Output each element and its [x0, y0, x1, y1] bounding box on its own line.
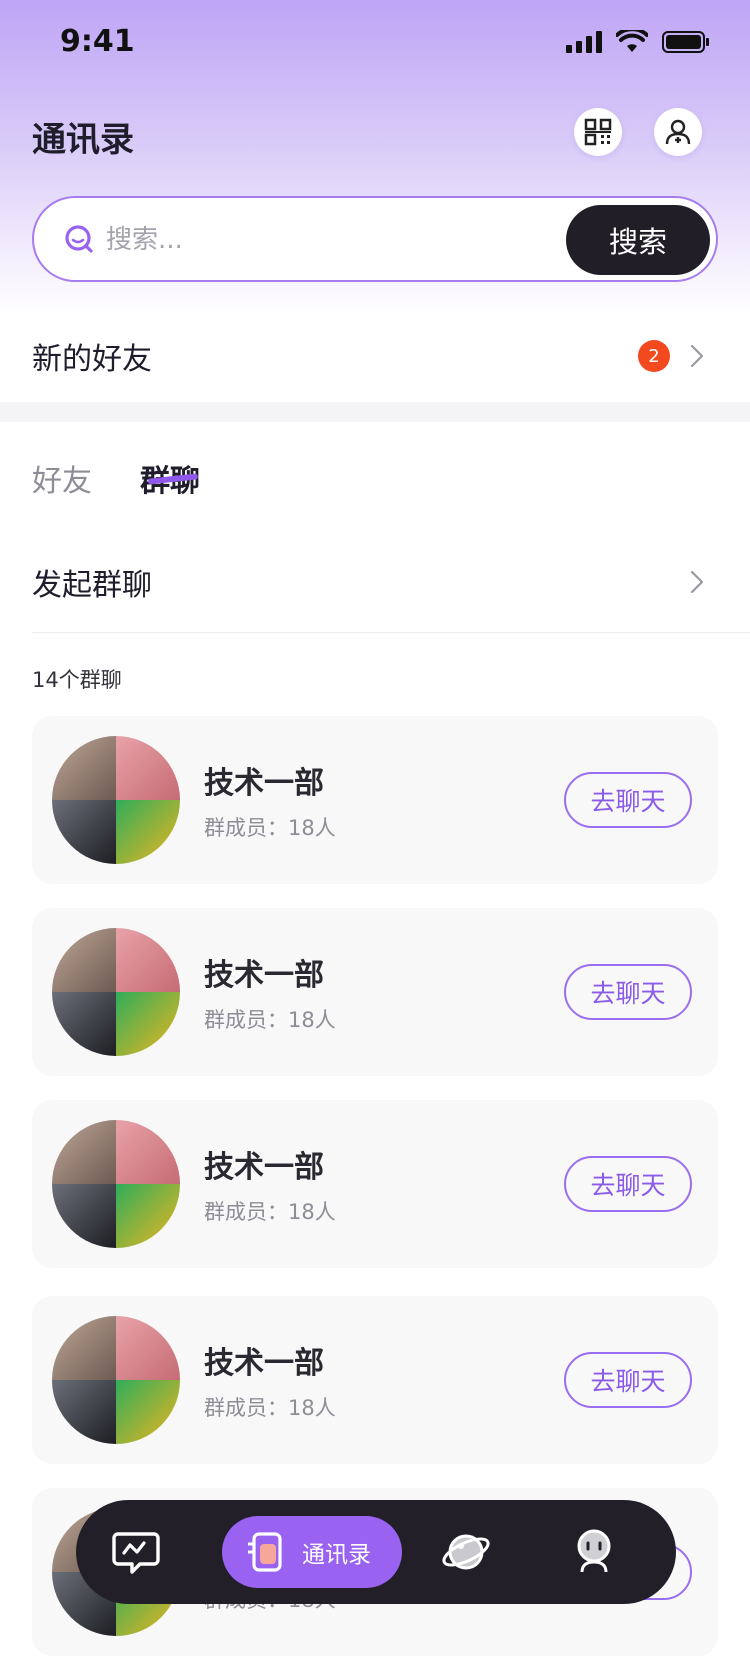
section-separator: [0, 402, 750, 422]
avatar-tile: [52, 1380, 116, 1444]
qr-code-button[interactable]: [574, 108, 622, 156]
group-name: 技术一部: [204, 1150, 324, 1185]
group-count: 14个群聊: [32, 668, 122, 692]
avatar-tile: [116, 800, 180, 864]
group-avatar: [52, 1316, 180, 1444]
group-name: 技术一部: [204, 766, 324, 801]
avatar-tile: [116, 992, 180, 1056]
group-member-count: 群成员：18人: [204, 1200, 336, 1224]
avatar-tile: [116, 1184, 180, 1248]
tab-friends[interactable]: 好友: [32, 456, 92, 500]
go-chat-button[interactable]: 去聊天: [564, 1352, 692, 1408]
new-friends-badge: 2: [638, 340, 670, 372]
status-bar: 9:41: [0, 0, 750, 90]
avatar-tile: [52, 736, 116, 800]
add-user-icon: [665, 119, 691, 145]
header: 通讯录: [0, 100, 750, 170]
chevron-right-icon: [690, 344, 704, 368]
signal-icon: [566, 31, 602, 53]
add-friend-button[interactable]: [654, 108, 702, 156]
search-bar: 搜索: [32, 196, 718, 282]
avatar-tile: [116, 1380, 180, 1444]
group-member-count: 群成员：18人: [204, 816, 336, 840]
robot-profile-icon[interactable]: [568, 1526, 620, 1578]
contacts-icon: [248, 1532, 282, 1572]
go-chat-button[interactable]: 去聊天: [564, 772, 692, 828]
go-chat-button[interactable]: 去聊天: [564, 964, 692, 1020]
start-group-label: 发起群聊: [32, 568, 152, 603]
bottom-tab-bar: 通讯录: [76, 1500, 676, 1604]
avatar-tile: [116, 928, 180, 992]
group-member-count: 群成员：18人: [204, 1008, 336, 1032]
avatar-tile: [52, 1120, 116, 1184]
planet-icon[interactable]: [440, 1526, 492, 1578]
avatar-tile: [52, 800, 116, 864]
group-name: 技术一部: [204, 958, 324, 993]
tab-contacts-label: 通讯录: [302, 1542, 371, 1568]
status-time: 9:41: [60, 24, 135, 59]
avatar-tile: [116, 736, 180, 800]
wifi-icon: [616, 30, 648, 52]
new-friends-label: 新的好友: [32, 342, 152, 377]
group-name: 技术一部: [204, 1346, 324, 1381]
search-icon: [65, 225, 93, 253]
battery-icon: [662, 31, 709, 53]
tab-contacts-active[interactable]: 通讯录: [222, 1516, 402, 1588]
avatar-tile: [52, 1184, 116, 1248]
qr-code-icon: [584, 118, 612, 146]
go-chat-button[interactable]: 去聊天: [564, 1156, 692, 1212]
start-group-row[interactable]: 发起群聊: [0, 530, 750, 632]
avatar-tile: [52, 992, 116, 1056]
status-icons: [566, 30, 710, 54]
chat-icon[interactable]: [110, 1526, 162, 1578]
page-title: 通讯录: [32, 120, 134, 160]
group-card[interactable]: 技术一部群成员：18人 去聊天: [32, 1296, 718, 1464]
group-card[interactable]: 技术一部群成员：18人 去聊天: [32, 716, 718, 884]
divider: [32, 632, 750, 633]
group-card[interactable]: 技术一部群成员：18人 去聊天: [32, 1100, 718, 1268]
group-avatar: [52, 1120, 180, 1248]
search-button[interactable]: 搜索: [566, 205, 710, 275]
avatar-tile: [116, 1316, 180, 1380]
avatar-tile: [116, 1120, 180, 1184]
group-avatar: [52, 736, 180, 864]
tab-bar-top: 好友 群聊: [0, 450, 750, 510]
chevron-right-icon: [690, 570, 704, 594]
avatar-tile: [52, 1316, 116, 1380]
search-input[interactable]: [104, 216, 508, 264]
group-member-count: 群成员：18人: [204, 1396, 336, 1420]
new-friends-row[interactable]: 新的好友 2: [0, 310, 750, 402]
avatar-tile: [52, 928, 116, 992]
group-card[interactable]: 技术一部群成员：18人 去聊天: [32, 908, 718, 1076]
group-avatar: [52, 928, 180, 1056]
